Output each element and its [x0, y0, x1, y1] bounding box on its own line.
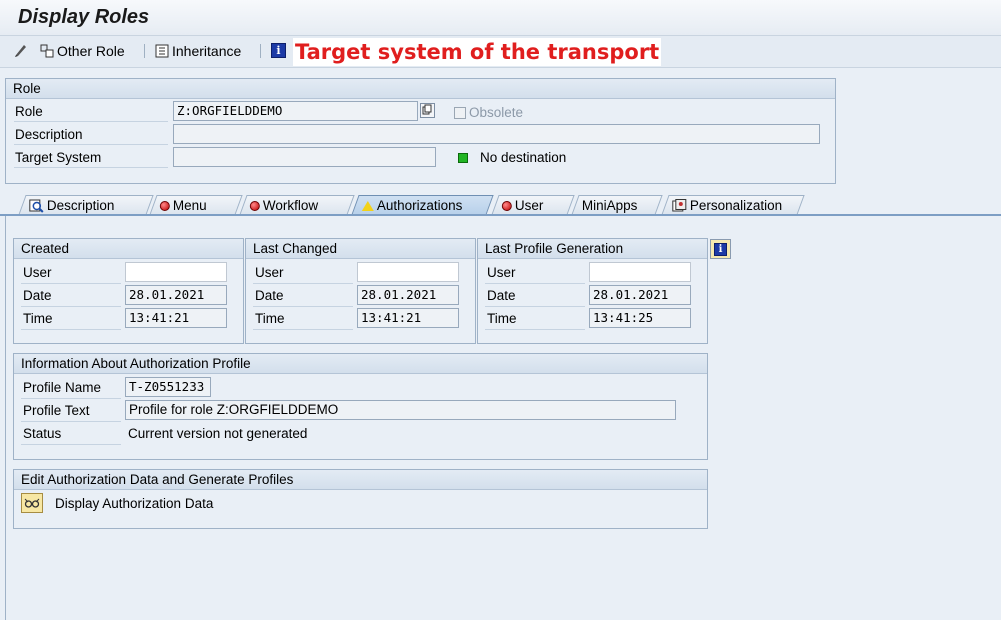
created-group-title: Created — [14, 239, 243, 259]
created-user-label: User — [23, 265, 52, 280]
yellow-warning-icon — [361, 200, 374, 211]
other-role-label: Other Role — [57, 43, 125, 59]
toolbar-separator — [144, 44, 145, 58]
label-underline — [253, 283, 353, 284]
gen-time-field[interactable]: 13:41:25 — [589, 308, 691, 328]
green-status-icon — [458, 153, 468, 163]
changed-date-field[interactable]: 28.01.2021 — [357, 285, 459, 305]
obsolete-checkbox[interactable]: Obsolete — [454, 105, 523, 120]
red-status-icon — [501, 200, 512, 211]
label-underline — [14, 144, 168, 145]
target-system-label: Target System — [15, 150, 102, 165]
red-status-icon — [249, 200, 260, 211]
label-underline — [253, 329, 353, 330]
role-label: Role — [15, 104, 43, 119]
profile-name-field[interactable]: T-Z0551233 — [125, 377, 211, 397]
status-label: Status — [23, 426, 62, 441]
tab-user-label: User — [514, 198, 544, 213]
description-field[interactable] — [173, 124, 820, 144]
title-bar: Display Roles — [0, 0, 1001, 36]
other-role-button[interactable]: Other Role — [40, 43, 125, 59]
tab-menu[interactable]: Menu — [149, 195, 243, 215]
label-underline — [14, 121, 168, 122]
page-title: Display Roles — [18, 6, 150, 28]
tab-workflow-label: Workflow — [262, 198, 319, 213]
profile-name-label: Profile Name — [23, 380, 102, 395]
tab-description-label: Description — [46, 198, 115, 213]
created-time-field[interactable]: 13:41:21 — [125, 308, 227, 328]
tab-user[interactable]: User — [491, 195, 575, 215]
obsolete-label: Obsolete — [469, 105, 524, 120]
created-user-field[interactable] — [125, 262, 227, 282]
gen-date-label: Date — [487, 288, 516, 303]
gen-user-field[interactable] — [589, 262, 691, 282]
inheritance-label: Inheritance — [172, 43, 242, 59]
label-underline — [485, 329, 585, 330]
info-button[interactable]: i — [271, 43, 286, 58]
profile-text-label: Profile Text — [23, 403, 90, 418]
tab-authorizations-label: Authorizations — [376, 198, 463, 213]
role-details-button[interactable] — [420, 103, 435, 118]
inheritance-icon — [155, 44, 169, 58]
edit-auth-group-title: Edit Authorization Data and Generate Pro… — [14, 470, 707, 490]
red-status-icon — [159, 200, 170, 211]
label-underline — [485, 306, 585, 307]
changed-date-label: Date — [255, 288, 284, 303]
label-underline — [21, 444, 121, 445]
created-date-label: Date — [23, 288, 52, 303]
inheritance-button[interactable]: Inheritance — [155, 43, 241, 59]
tab-workflow[interactable]: Workflow — [239, 195, 355, 215]
magnifier-icon — [29, 199, 44, 213]
gen-date-field[interactable]: 28.01.2021 — [589, 285, 691, 305]
profile-generation-group-title: Last Profile Generation — [478, 239, 707, 259]
tab-personalization-label: Personalization — [689, 198, 783, 213]
gen-user-label: User — [487, 265, 516, 280]
personalization-icon — [672, 198, 687, 211]
label-underline — [21, 421, 121, 422]
toolbar-separator — [260, 44, 261, 58]
label-underline — [21, 306, 121, 307]
tab-personalization[interactable]: Personalization — [661, 195, 805, 215]
label-underline — [14, 167, 168, 168]
label-underline — [21, 283, 121, 284]
annotation-callout: Target system of the transport — [293, 38, 662, 66]
info-icon: i — [714, 242, 727, 256]
label-underline — [253, 306, 353, 307]
copy-icon — [422, 104, 432, 115]
edit-toggle-button[interactable] — [14, 43, 28, 57]
changed-user-label: User — [255, 265, 284, 280]
changed-time-field[interactable]: 13:41:21 — [357, 308, 459, 328]
display-auth-data-label: Display Authorization Data — [55, 496, 214, 511]
glasses-icon — [24, 498, 40, 508]
other-object-icon — [40, 44, 54, 58]
gen-time-label: Time — [487, 311, 517, 326]
tab-description[interactable]: Description — [18, 195, 154, 215]
target-status-text: No destination — [480, 150, 567, 165]
display-auth-data-button[interactable] — [21, 493, 43, 513]
changed-user-field[interactable] — [357, 262, 459, 282]
created-date-field[interactable]: 28.01.2021 — [125, 285, 227, 305]
role-group-title: Role — [6, 79, 835, 99]
tab-miniapps[interactable]: MiniApps — [571, 195, 663, 215]
profile-text-field[interactable]: Profile for role Z:ORGFIELDDEMO — [125, 400, 676, 420]
checkbox-box — [454, 106, 466, 119]
tab-authorizations[interactable]: Authorizations — [351, 195, 494, 215]
tab-miniapps-label: MiniApps — [581, 198, 638, 213]
last-changed-group-title: Last Changed — [246, 239, 475, 259]
label-underline — [21, 329, 121, 330]
status-value: Current version not generated — [128, 426, 308, 441]
changed-time-label: Time — [255, 311, 285, 326]
created-time-label: Time — [23, 311, 53, 326]
target-system-field[interactable] — [173, 147, 436, 167]
role-field[interactable]: Z:ORGFIELDDEMO — [173, 101, 418, 121]
label-underline — [21, 398, 121, 399]
info-icon: i — [271, 43, 286, 58]
tab-menu-label: Menu — [172, 198, 207, 213]
profile-info-group-title: Information About Authorization Profile — [14, 354, 707, 374]
tab-strip: Description Menu Workflow Authorizations… — [0, 193, 1001, 215]
description-label: Description — [15, 127, 83, 142]
profile-info-button[interactable]: i — [710, 239, 731, 259]
pencil-glasses-icon — [14, 43, 28, 57]
label-underline — [485, 283, 585, 284]
